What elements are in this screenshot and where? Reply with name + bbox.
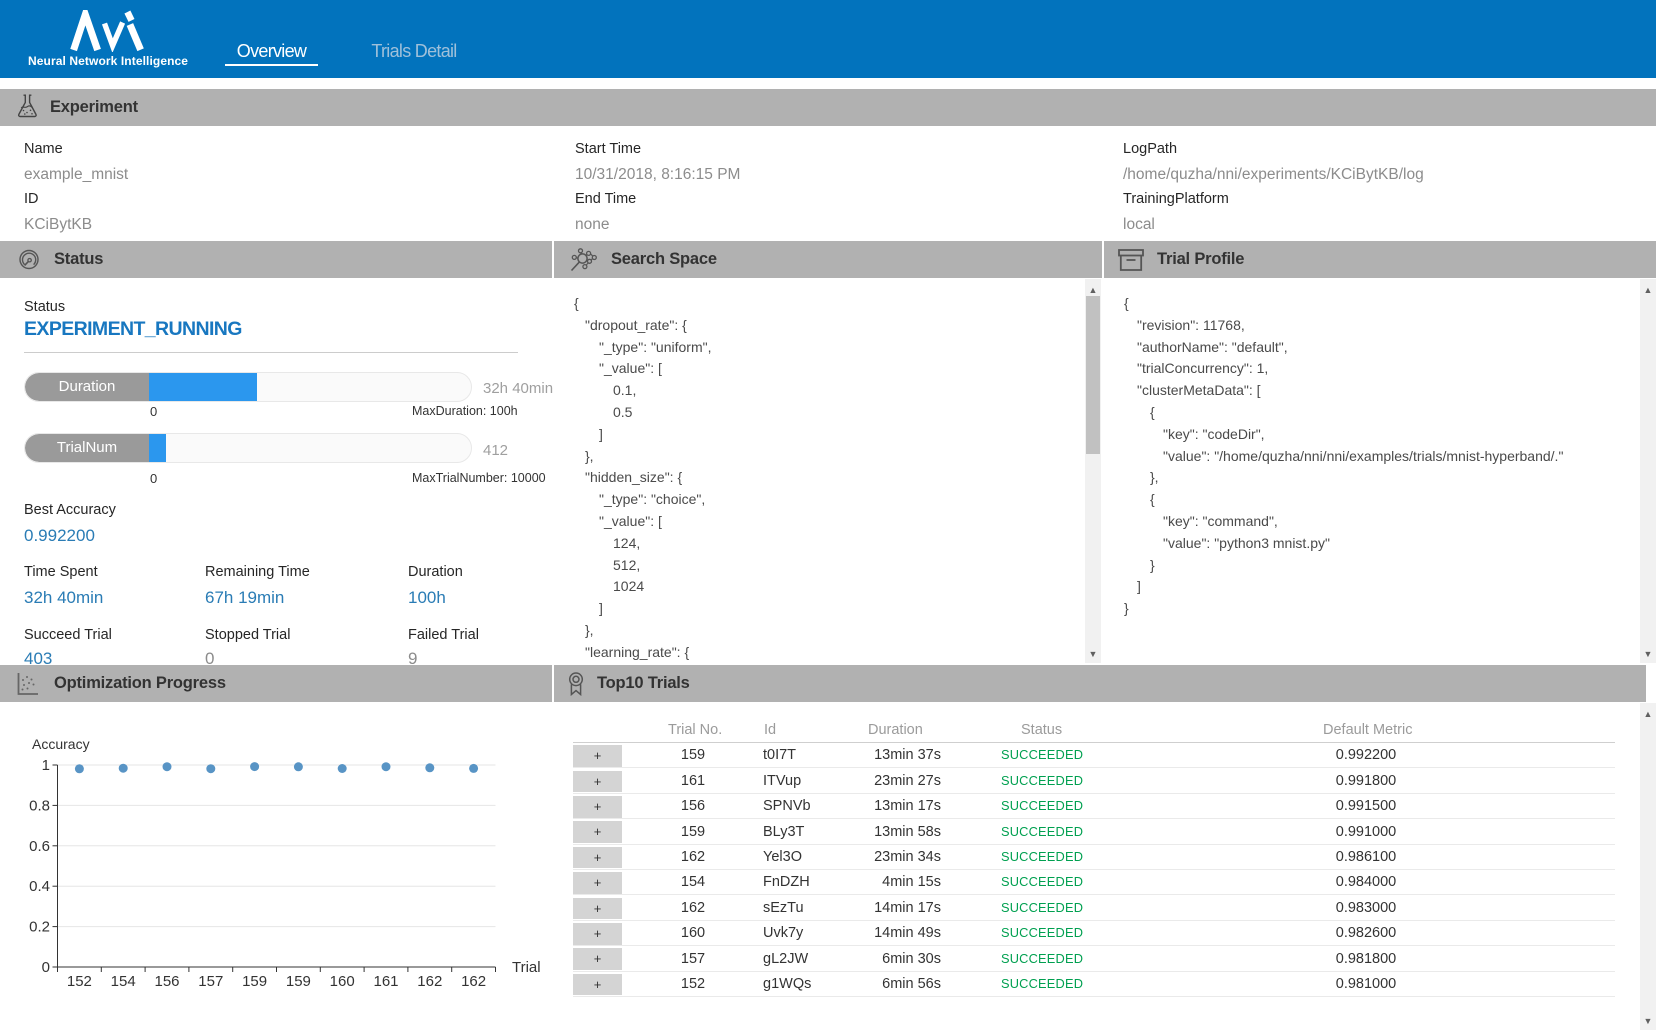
svg-text:159: 159: [286, 973, 311, 990]
svg-text:162: 162: [461, 973, 486, 990]
svg-text:159: 159: [242, 973, 267, 990]
svg-text:0.2: 0.2: [29, 919, 50, 936]
svg-text:Trial: Trial: [512, 959, 541, 976]
svg-text:156: 156: [154, 973, 179, 990]
svg-text:160: 160: [330, 973, 355, 990]
svg-text:157: 157: [198, 973, 223, 990]
svg-text:162: 162: [417, 973, 442, 990]
svg-text:1: 1: [42, 757, 50, 774]
svg-text:154: 154: [111, 973, 136, 990]
svg-text:0.8: 0.8: [29, 797, 50, 814]
svg-text:0.4: 0.4: [29, 878, 50, 895]
svg-text:152: 152: [67, 973, 92, 990]
svg-text:161: 161: [373, 973, 398, 990]
svg-text:0.6: 0.6: [29, 838, 50, 855]
svg-text:0: 0: [42, 959, 50, 976]
